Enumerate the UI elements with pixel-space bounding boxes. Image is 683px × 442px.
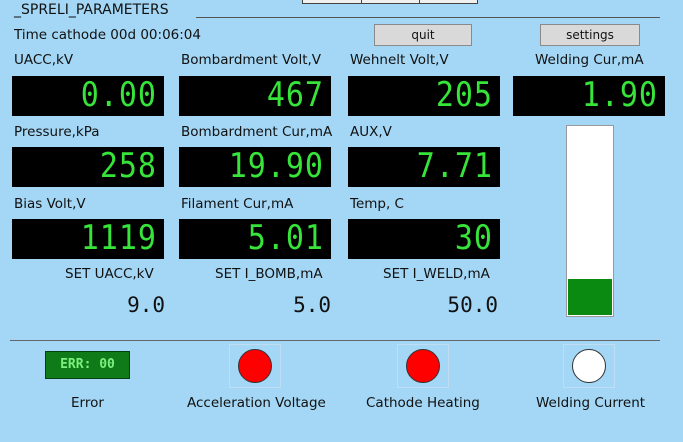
aux-value: 7.71 bbox=[416, 146, 493, 187]
wehnelt-volt-label: Wehnelt Volt,V bbox=[350, 52, 449, 68]
set-uacc-value: 9.0 bbox=[127, 293, 165, 317]
uacc-label: UACC,kV bbox=[14, 52, 74, 68]
bombardment-volt-label: Bombardment Volt,V bbox=[181, 52, 322, 68]
set-i-bomb-value: 5.0 bbox=[293, 293, 331, 317]
bombardment-cur-label: Bombardment Cur,mA bbox=[181, 124, 333, 140]
error-label: Error bbox=[71, 395, 104, 411]
bias-volt-value: 1119 bbox=[80, 218, 157, 259]
acceleration-voltage-label: Acceleration Voltage bbox=[187, 395, 326, 411]
welding-cur-display: 1.90 bbox=[513, 76, 665, 116]
acceleration-voltage-indicator bbox=[229, 344, 281, 388]
cathode-heating-indicator bbox=[397, 344, 449, 388]
temp-value: 30 bbox=[454, 218, 493, 259]
filament-cur-value: 5.01 bbox=[247, 218, 324, 259]
cathode-heating-led-icon bbox=[406, 349, 440, 383]
pressure-display: 258 bbox=[12, 147, 164, 187]
time-cathode-label: Time cathode 00d 00:06:04 bbox=[14, 27, 201, 43]
filament-cur-label: Filament Cur,mA bbox=[181, 196, 294, 212]
welding-current-led-icon bbox=[572, 349, 606, 383]
bombardment-volt-value: 467 bbox=[266, 75, 324, 116]
filament-cur-display: 5.01 bbox=[179, 219, 331, 259]
aux-display: 7.71 bbox=[348, 147, 500, 187]
temp-label: Temp, C bbox=[350, 196, 404, 212]
parameters-panel: _SPRELI_PARAMETERS Time cathode 00d 00:0… bbox=[0, 0, 683, 442]
bombardment-cur-value: 19.90 bbox=[228, 146, 324, 187]
welding-current-indicator bbox=[563, 344, 615, 388]
uacc-display: 0.00 bbox=[12, 76, 164, 116]
uacc-value: 0.00 bbox=[80, 75, 157, 116]
top-tab-strip bbox=[302, 0, 478, 4]
set-i-bomb-label: SET I_BOMB,mA bbox=[215, 266, 323, 282]
pressure-value: 258 bbox=[99, 146, 157, 187]
settings-button[interactable]: settings bbox=[540, 24, 640, 46]
cathode-heating-label: Cathode Heating bbox=[366, 395, 480, 411]
set-i-weld-label: SET I_WELD,mA bbox=[383, 266, 490, 282]
section-divider bbox=[10, 340, 660, 341]
bias-volt-label: Bias Volt,V bbox=[14, 196, 86, 212]
quit-button[interactable]: quit bbox=[374, 24, 472, 46]
aux-label: AUX,V bbox=[350, 124, 392, 140]
wehnelt-volt-display: 205 bbox=[348, 76, 500, 116]
wehnelt-volt-value: 205 bbox=[435, 75, 493, 116]
set-uacc-label: SET UACC,kV bbox=[65, 266, 154, 282]
panel-title: _SPRELI_PARAMETERS bbox=[14, 2, 169, 18]
set-i-weld-value: 50.0 bbox=[447, 293, 498, 317]
welding-cur-value: 1.90 bbox=[581, 75, 658, 116]
pressure-label: Pressure,kPa bbox=[14, 124, 100, 140]
title-divider bbox=[196, 17, 660, 18]
bias-volt-display: 1119 bbox=[12, 219, 164, 259]
bombardment-volt-display: 467 bbox=[179, 76, 331, 116]
welding-current-bar bbox=[566, 125, 614, 317]
error-code-badge: ERR: 00 bbox=[45, 351, 130, 379]
temp-display: 30 bbox=[348, 219, 500, 259]
acceleration-voltage-led-icon bbox=[238, 349, 272, 383]
welding-current-label: Welding Current bbox=[536, 395, 646, 411]
welding-cur-label: Welding Cur,mA bbox=[535, 52, 644, 68]
welding-current-bar-fill bbox=[568, 278, 612, 315]
bombardment-cur-display: 19.90 bbox=[179, 147, 331, 187]
